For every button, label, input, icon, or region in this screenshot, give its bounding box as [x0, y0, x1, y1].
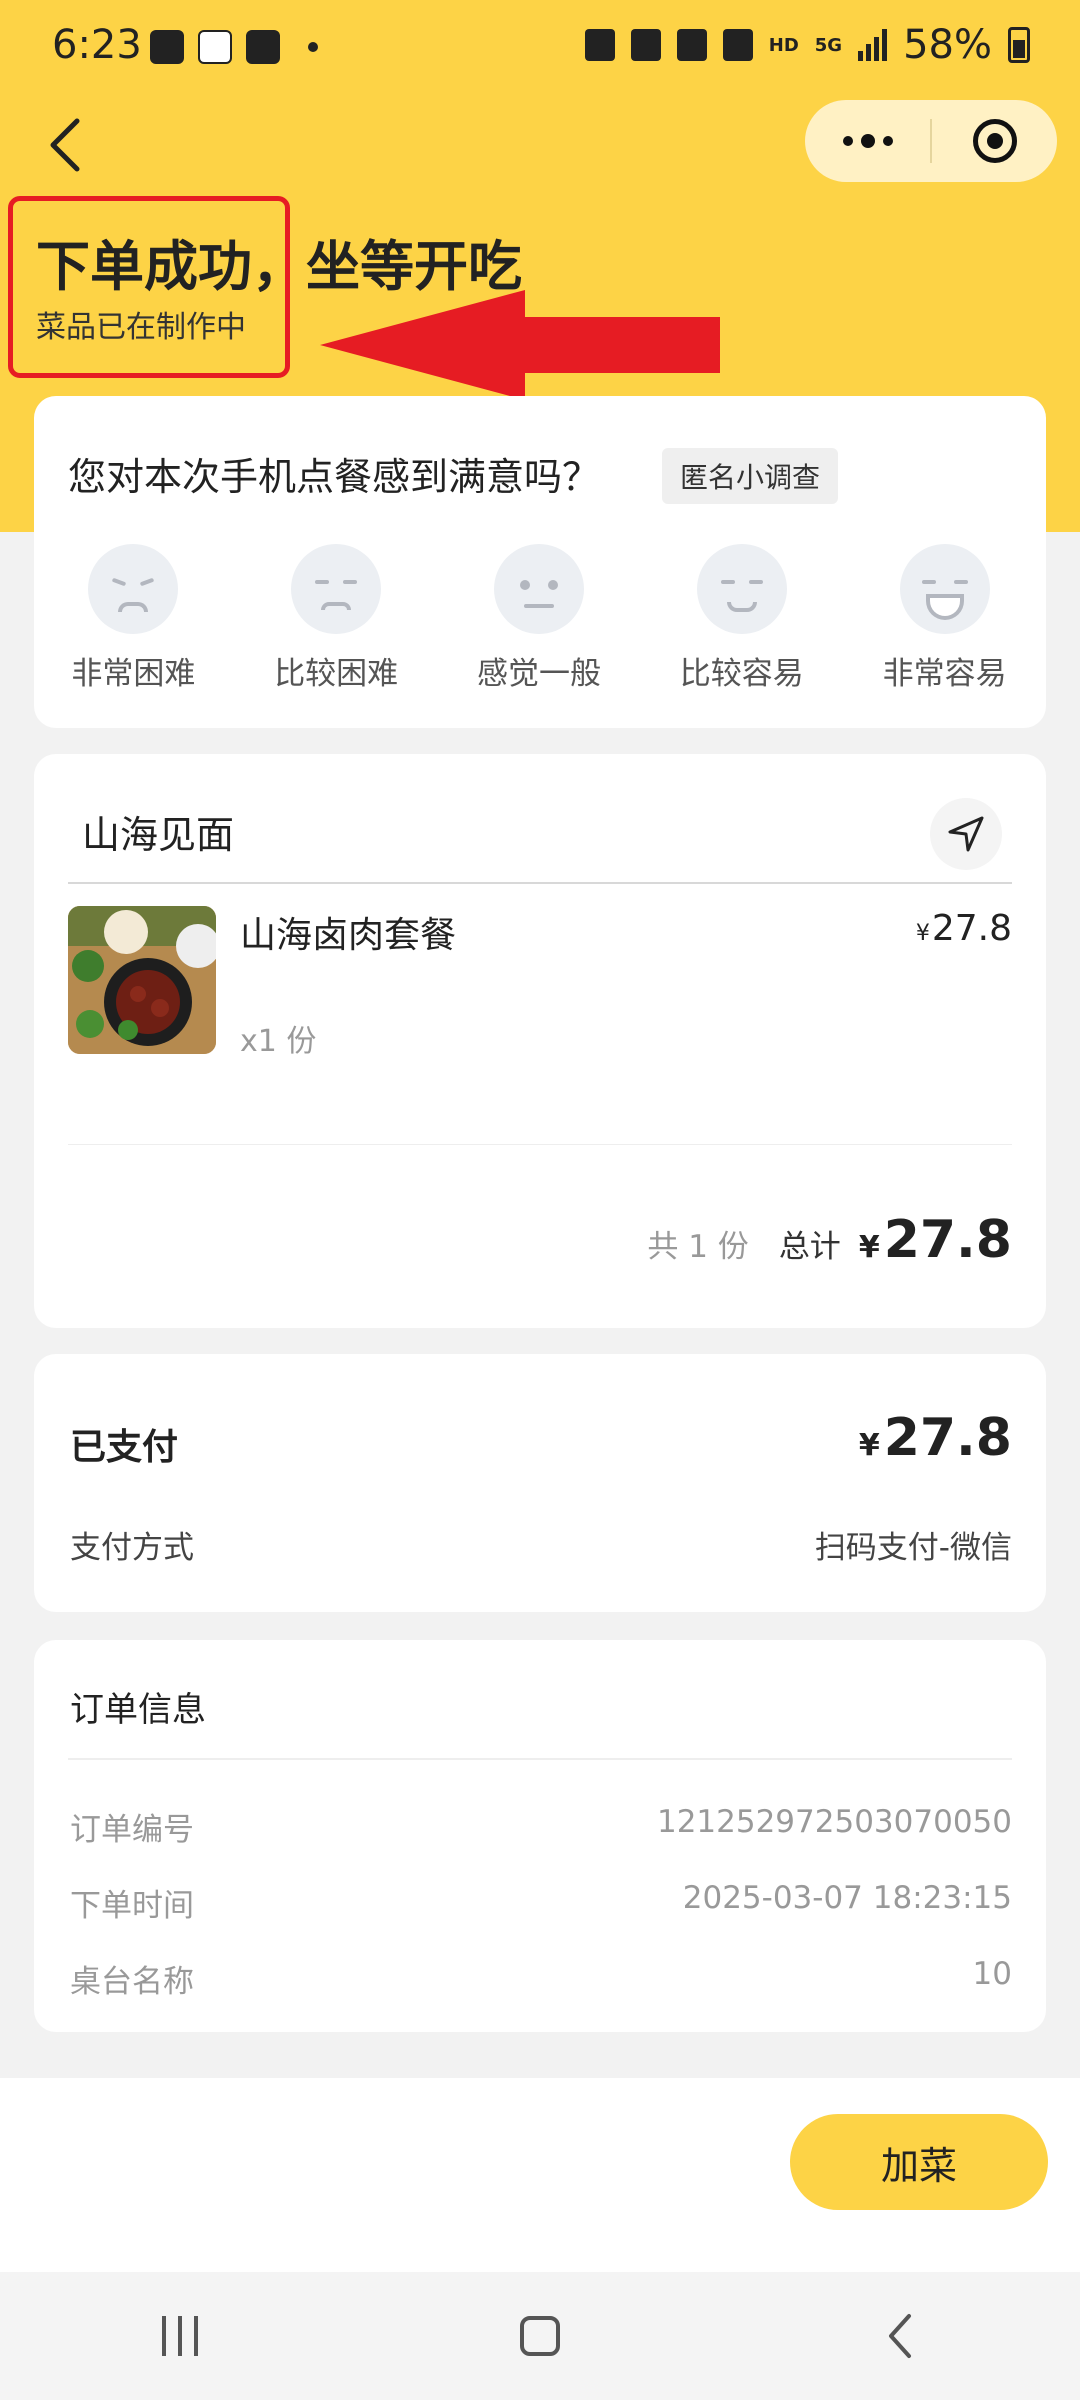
survey-option-label: 比较容易: [679, 656, 804, 692]
survey-options: 非常困难 比较困难 感觉一般 比较容易 非常容易: [34, 544, 1046, 693]
survey-option-easy[interactable]: 比较容易: [640, 544, 843, 693]
vpn-key-icon: [584, 29, 615, 61]
order-time: 2025-03-07 18:23:15: [682, 1880, 1012, 1916]
more-dot-icon: [842, 136, 853, 146]
network-badge: 5G: [814, 34, 843, 56]
dish-price: ¥27.8: [916, 908, 1012, 949]
home-icon: [520, 2316, 560, 2356]
survey-option-label: 比较困难: [274, 656, 399, 692]
close-miniprogram-button[interactable]: [932, 100, 1057, 182]
payment-method-label: 支付方式: [70, 1530, 194, 1566]
system-status: HD 5G 58%: [584, 22, 1030, 68]
battery-percent: 58%: [903, 22, 992, 68]
easy-face-icon: [696, 544, 787, 634]
survey-question: 您对本次手机点餐感到满意吗？: [68, 455, 601, 499]
neutral-face-icon: [493, 544, 584, 634]
order-total-row: 共 1 份 总计 ¥27.8: [647, 1210, 1012, 1270]
more-notifications-icon: [308, 42, 318, 52]
mail-notification-icon: [246, 30, 280, 64]
recent-apps-button[interactable]: [120, 2296, 240, 2376]
recents-icon: [162, 2316, 198, 2356]
total-amount-value: 27.8: [883, 1210, 1012, 1270]
more-dot-icon: [882, 136, 893, 146]
status-time: 6:23: [52, 22, 142, 68]
gallery-notification-icon: [150, 30, 184, 64]
divider: [68, 882, 1012, 884]
order-number-row: 订单编号 121252972503070050: [70, 1804, 1012, 1849]
status-bar: 6:23 HD 5G 58%: [0, 0, 1080, 100]
dish-quantity: x1 份: [240, 1024, 317, 1059]
order-time-row: 下单时间 2025-03-07 18:23:15: [70, 1880, 1012, 1925]
survey-card: 您对本次手机点餐感到满意吗？ 匿名小调查 非常困难 比较困难 感觉一般 比较容易…: [34, 396, 1046, 728]
system-back-button[interactable]: [840, 2296, 960, 2376]
payment-card: 已支付 ¥27.8 支付方式 扫码支付-微信: [34, 1354, 1046, 1612]
divider: [68, 1144, 1012, 1145]
survey-option-very-easy[interactable]: 非常容易: [843, 544, 1046, 693]
survey-tag: 匿名小调查: [662, 448, 839, 504]
more-button[interactable]: [805, 100, 930, 182]
very-easy-face-icon: [899, 544, 990, 634]
survey-option-hard[interactable]: 比较困难: [235, 544, 438, 693]
miniprogram-capsule: [805, 100, 1057, 182]
signal-icon: [858, 29, 888, 61]
more-dot-icon: [860, 134, 875, 148]
paid-amount-value: 27.8: [883, 1408, 1012, 1468]
target-icon: [972, 119, 1017, 163]
total-amount: ¥27.8: [859, 1210, 1012, 1270]
back-button[interactable]: [40, 110, 90, 180]
back-icon: [889, 2314, 911, 2358]
order-info-card: 订单信息 订单编号 121252972503070050 下单时间 2025-0…: [34, 1640, 1046, 2032]
notification-icons: [150, 30, 318, 64]
hd-badge: HD: [768, 34, 799, 56]
dish-image: [68, 906, 216, 1054]
navigation-arrow-icon: [948, 816, 984, 852]
total-label: 总计: [778, 1229, 841, 1265]
mute-icon: [722, 29, 753, 61]
chevron-left-icon: [50, 118, 80, 172]
navigate-button[interactable]: [930, 798, 1002, 870]
app-notification-icon: [198, 30, 232, 64]
total-count: 共 1 份: [647, 1229, 749, 1265]
bottom-action-bar: 加菜: [0, 2078, 1080, 2272]
survey-option-very-hard[interactable]: 非常困难: [32, 544, 235, 693]
dish-price-value: 27.8: [931, 908, 1012, 949]
bluetooth-icon: [676, 29, 707, 61]
dish-name: 山海卤肉套餐: [240, 915, 457, 956]
system-navigation-bar: [0, 2272, 1080, 2400]
annotation-arrow-icon: [320, 290, 720, 400]
divider: [68, 1758, 1012, 1760]
paid-amount: ¥27.8: [859, 1408, 1012, 1468]
order-number: 121252972503070050: [656, 1804, 1012, 1840]
currency-symbol: ¥: [858, 1428, 880, 1463]
home-button[interactable]: [480, 2296, 600, 2376]
alarm-icon: [630, 29, 661, 61]
info-label: 下单时间: [70, 1888, 194, 1924]
order-info-title: 订单信息: [70, 1690, 206, 1730]
order-items-card: 山海见面 山海卤肉套餐 ¥27.8 x1 份 共 1 份 总计 ¥27.8: [34, 754, 1046, 1328]
survey-option-label: 非常容易: [882, 656, 1007, 692]
survey-option-label: 非常困难: [71, 656, 196, 692]
currency-symbol: ¥: [858, 1230, 880, 1265]
shop-name: 山海见面: [82, 813, 235, 857]
annotation-highlight-box: [8, 196, 290, 378]
survey-option-label: 感觉一般: [476, 656, 601, 692]
hard-face-icon: [291, 544, 382, 634]
payment-status: 已支付: [70, 1427, 179, 1468]
payment-method-value: 扫码支付-微信: [814, 1530, 1012, 1566]
info-label: 订单编号: [70, 1812, 194, 1848]
currency-symbol: ¥: [915, 921, 930, 946]
battery-icon: [1008, 27, 1030, 63]
add-dish-button[interactable]: 加菜: [790, 2114, 1048, 2210]
info-label: 桌台名称: [70, 1964, 194, 2000]
table-name: 10: [972, 1956, 1012, 1992]
survey-option-neutral[interactable]: 感觉一般: [438, 544, 641, 693]
very-hard-face-icon: [88, 544, 179, 634]
table-name-row: 桌台名称 10: [70, 1956, 1012, 2001]
